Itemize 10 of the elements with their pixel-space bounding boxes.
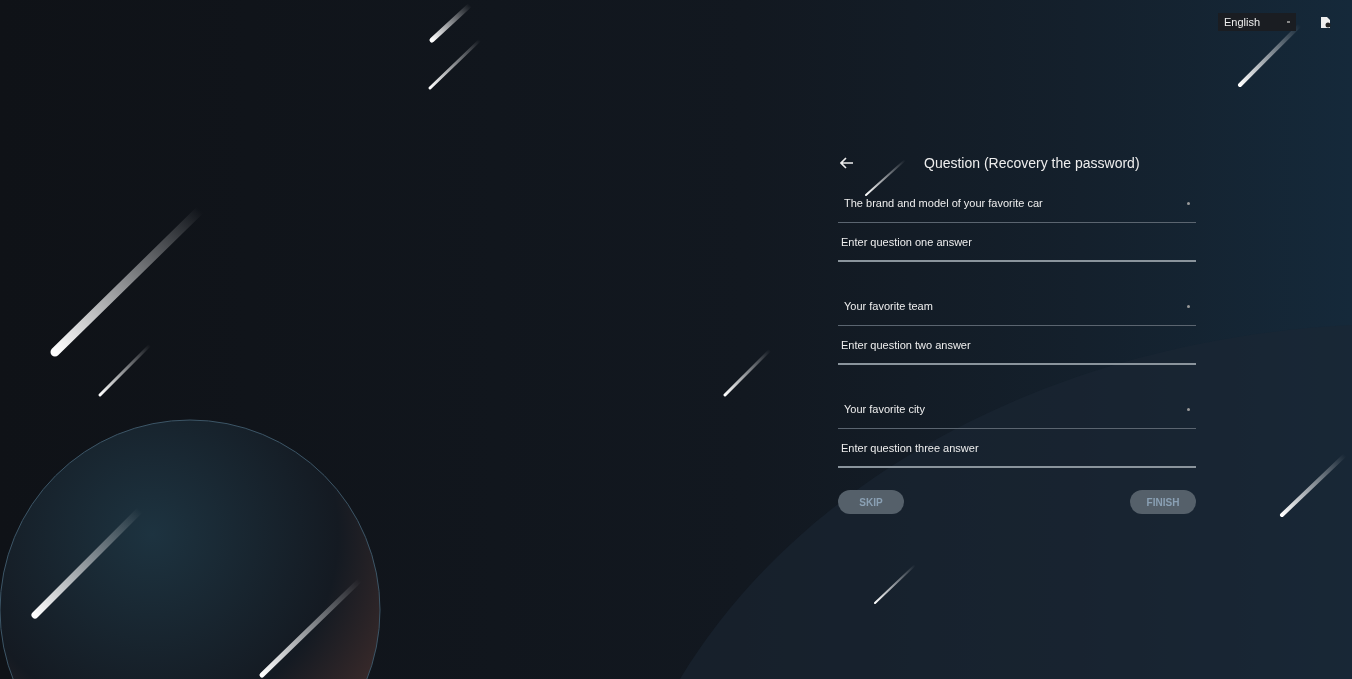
question-select[interactable]: The brand and model of your favorite car <box>838 184 1196 223</box>
question-select[interactable]: Your favorite team <box>838 287 1196 326</box>
answer-field[interactable]: Enter question two answer <box>838 326 1196 365</box>
answer-field[interactable]: Enter question three answer <box>838 429 1196 468</box>
back-arrow-icon[interactable] <box>840 157 854 169</box>
language-select[interactable]: English <box>1218 13 1296 31</box>
document-icon[interactable] <box>1320 15 1332 29</box>
question-select[interactable]: Your favorite city <box>838 390 1196 429</box>
form-title: Question (Recovery the password) <box>924 155 1140 171</box>
answer-field[interactable]: Enter question one answer <box>838 223 1196 262</box>
